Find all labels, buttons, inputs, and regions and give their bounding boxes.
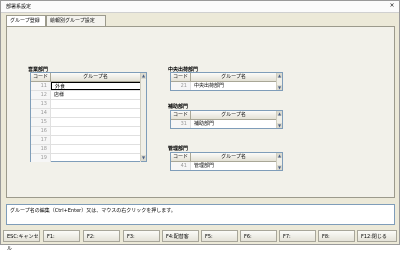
f4-button[interactable]: F4:配替客 — [162, 230, 199, 242]
row-code: 14 — [31, 109, 51, 117]
support-grid[interactable]: コード グループ名 31 補助部門 ▲ ▼ — [170, 110, 283, 129]
row-code: 13 — [31, 100, 51, 108]
row-code: 21 — [171, 82, 191, 90]
row-name[interactable]: 管理部門 — [191, 162, 277, 170]
code-column-header: コード — [31, 73, 51, 81]
name-column-header: グループ名 — [191, 111, 277, 119]
close-icon[interactable]: × — [388, 2, 396, 10]
scroll-up-icon[interactable]: ▲ — [277, 73, 282, 78]
row-name[interactable] — [51, 145, 141, 153]
sales-grid[interactable]: コード グループ名 11 外食 12 店様 13 14 15 16 17 18 19… — [30, 72, 147, 162]
row-name[interactable]: 中央出荷部門 — [191, 82, 277, 90]
settings-window: 部署系設定 × グループ登録 絵報別グループ設定 営業部門 コード グループ名 … — [0, 0, 400, 252]
row-name[interactable] — [51, 127, 141, 135]
table-row[interactable]: 12 店様 — [31, 91, 141, 100]
tab-panel: 営業部門 コード グループ名 11 外食 12 店様 13 14 15 16 17 … — [6, 26, 395, 198]
table-row[interactable]: 15 — [31, 118, 141, 127]
help-text: グループ名の編集（Ctrl+Enter）又は、マウスの右クリックを押します。 — [10, 208, 176, 214]
row-name[interactable]: 店様 — [51, 91, 141, 99]
row-name[interactable] — [51, 100, 141, 108]
help-message-box: グループ名の編集（Ctrl+Enter）又は、マウスの右クリックを押します。 — [6, 204, 395, 225]
f8-button[interactable]: F8: — [318, 230, 355, 242]
table-row[interactable]: 14 — [31, 109, 141, 118]
row-name[interactable] — [51, 118, 141, 126]
name-column-header: グループ名 — [191, 153, 277, 161]
scroll-up-icon[interactable]: ▲ — [277, 153, 282, 158]
row-name-input[interactable]: 外食 — [51, 82, 141, 90]
table-row[interactable]: 16 — [31, 127, 141, 136]
scroll-up-icon[interactable]: ▲ — [277, 111, 282, 116]
sales-grid-header: コード グループ名 — [31, 73, 141, 82]
admin-grid-header: コード グループ名 — [171, 153, 277, 162]
function-key-bar: ESC:キャンセル F1: F2: F3: F4:配替客 F5: F6: F7:… — [3, 230, 399, 252]
support-section-label: 補助部門 — [168, 104, 189, 110]
row-code: 31 — [171, 120, 191, 128]
support-grid-header: コード グループ名 — [171, 111, 277, 120]
admin-section-label: 管理部門 — [168, 146, 189, 152]
row-code: 15 — [31, 118, 51, 126]
table-row[interactable]: 13 — [31, 100, 141, 109]
table-row[interactable]: 18 — [31, 145, 141, 154]
row-code: 17 — [31, 136, 51, 144]
window-title: 部署系設定 — [6, 4, 32, 10]
f5-button[interactable]: F5: — [201, 230, 238, 242]
f1-button[interactable]: F1: — [43, 230, 80, 242]
name-column-header: グループ名 — [51, 73, 141, 81]
name-column-header: グループ名 — [191, 73, 277, 81]
row-name[interactable] — [51, 109, 141, 117]
scroll-up-icon[interactable]: ▲ — [141, 73, 146, 79]
admin-grid[interactable]: コード グループ名 41 管理部門 ▲ ▼ — [170, 152, 283, 171]
f12-close-button[interactable]: F12:閉じる — [357, 230, 397, 242]
row-name[interactable] — [51, 154, 141, 162]
tab-group-setting[interactable]: 絵報別グループ設定 — [46, 15, 106, 26]
title-bar: 部署系設定 × — [1, 1, 399, 13]
code-column-header: コード — [171, 111, 191, 119]
table-row[interactable]: 21 中央出荷部門 — [171, 82, 277, 91]
f6-button[interactable]: F6: — [240, 230, 277, 242]
vertical-scrollbar[interactable]: ▲ ▼ — [140, 73, 146, 161]
row-name[interactable]: 補助部門 — [191, 120, 277, 128]
f3-button[interactable]: F3: — [123, 230, 160, 242]
table-row[interactable]: 11 外食 — [31, 82, 141, 91]
code-column-header: コード — [171, 153, 191, 161]
central-grid-header: コード グループ名 — [171, 73, 277, 82]
table-row[interactable]: 17 — [31, 136, 141, 145]
scroll-down-icon[interactable]: ▼ — [141, 155, 146, 161]
row-code: 18 — [31, 145, 51, 153]
table-row[interactable]: 31 補助部門 — [171, 120, 277, 129]
f2-button[interactable]: F2: — [83, 230, 120, 242]
f7-button[interactable]: F7: — [279, 230, 316, 242]
scroll-down-icon[interactable]: ▼ — [277, 123, 282, 128]
row-name[interactable] — [51, 136, 141, 144]
scroll-down-icon[interactable]: ▼ — [277, 165, 282, 170]
row-code: 16 — [31, 127, 51, 135]
central-grid[interactable]: コード グループ名 21 中央出荷部門 ▲ ▼ — [170, 72, 283, 91]
scroll-down-icon[interactable]: ▼ — [277, 85, 282, 90]
row-code: 19 — [31, 154, 51, 162]
code-column-header: コード — [171, 73, 191, 81]
row-code: 11 — [31, 82, 51, 90]
table-row[interactable]: 19 — [31, 154, 141, 163]
table-row[interactable]: 41 管理部門 — [171, 162, 277, 171]
row-code: 41 — [171, 162, 191, 170]
esc-cancel-button[interactable]: ESC:キャンセル — [3, 230, 40, 252]
vertical-scrollbar[interactable]: ▲ ▼ — [276, 73, 282, 90]
row-code: 12 — [31, 91, 51, 99]
vertical-scrollbar[interactable]: ▲ ▼ — [276, 111, 282, 128]
vertical-scrollbar[interactable]: ▲ ▼ — [276, 153, 282, 170]
